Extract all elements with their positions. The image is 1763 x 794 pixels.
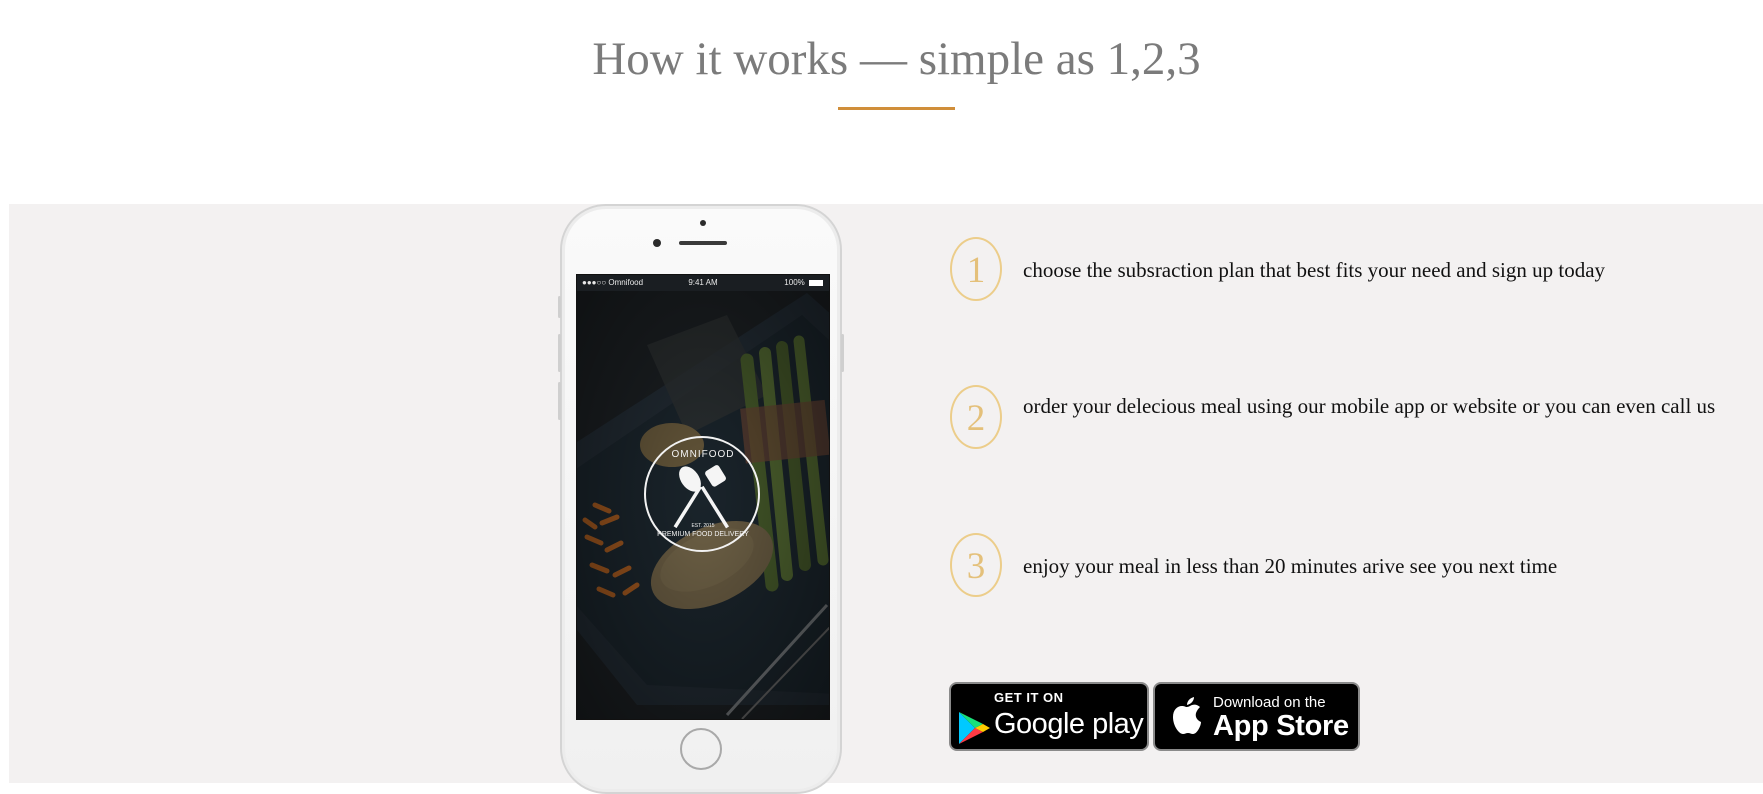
apple-badge-small-text: Download on the bbox=[1213, 694, 1326, 711]
google-play-badge[interactable]: GET IT ON Google play bbox=[949, 682, 1149, 751]
food-plate-image bbox=[577, 275, 829, 719]
omnifood-logo-bottom: PREMIUM FOOD DELIVERY bbox=[657, 531, 749, 538]
app-store-badge[interactable]: Download on the App Store bbox=[1153, 682, 1360, 751]
omnifood-logo-top: OMNIFOOD bbox=[671, 449, 735, 460]
google-badge-small-text: GET IT ON bbox=[994, 690, 1064, 705]
step-1-number: 1 bbox=[950, 237, 1002, 301]
phone-sensor bbox=[700, 220, 706, 226]
phone-home-button bbox=[680, 728, 722, 770]
title-underline bbox=[838, 107, 955, 110]
status-battery: 100% bbox=[784, 278, 823, 287]
step-1-text: choose the subsraction plan that best fi… bbox=[1023, 258, 1606, 282]
phone-side-button bbox=[558, 296, 561, 318]
step-3-text: enjoy your meal in less than 20 minutes … bbox=[1023, 554, 1558, 578]
iphone-mockup: OMNIFOOD EST. 2015 PREMIUM FOOD DELIVERY… bbox=[558, 204, 844, 794]
phone-front-camera bbox=[653, 239, 661, 247]
section-title: How it works — simple as 1,2,3 bbox=[592, 33, 1201, 85]
google-badge-large-text: Google play bbox=[994, 708, 1144, 740]
how-it-works-band bbox=[9, 204, 1763, 783]
omnifood-logo-est: EST. 2015 bbox=[691, 523, 715, 529]
step-2-text: order your delecious meal using our mobi… bbox=[1023, 394, 1716, 418]
apple-badge-large-text: App Store bbox=[1213, 710, 1349, 742]
phone-power-button bbox=[841, 334, 844, 372]
step-3-number: 3 bbox=[950, 533, 1002, 597]
play-triangle-icon bbox=[959, 712, 990, 744]
battery-icon bbox=[809, 279, 823, 286]
phone-status-bar: ●●●○○ Omnifood 9:41 AM 100% bbox=[577, 275, 829, 291]
phone-volume-up bbox=[558, 334, 561, 372]
battery-percent: 100% bbox=[784, 278, 805, 287]
phone-volume-down bbox=[558, 382, 561, 420]
phone-screen: OMNIFOOD EST. 2015 PREMIUM FOOD DELIVERY… bbox=[576, 274, 830, 720]
phone-earpiece bbox=[679, 241, 727, 245]
step-2-number: 2 bbox=[950, 385, 1002, 449]
apple-icon bbox=[1173, 697, 1201, 734]
